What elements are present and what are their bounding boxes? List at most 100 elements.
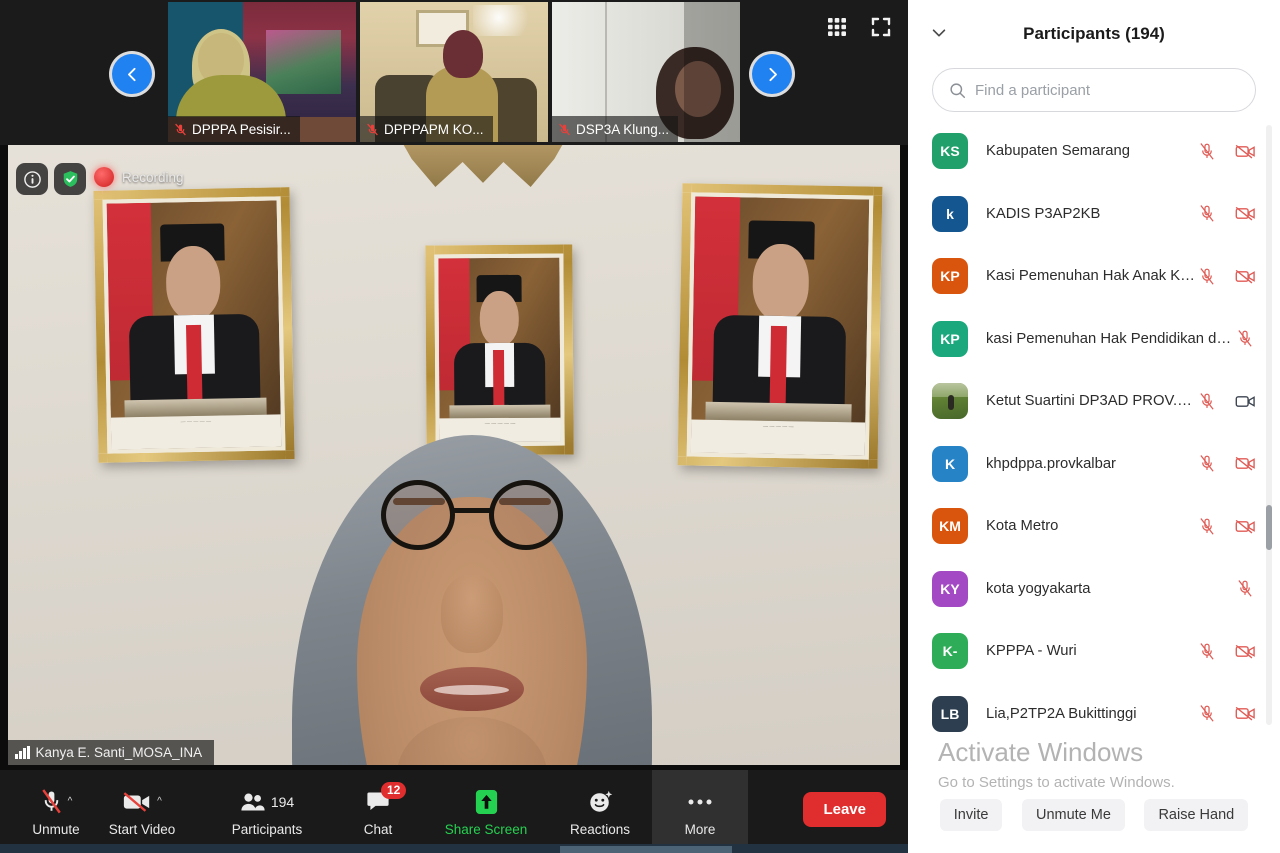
more-button[interactable]: More bbox=[652, 770, 748, 853]
participants-button[interactable]: 194 Participants bbox=[214, 770, 320, 853]
video-options-caret-icon[interactable]: ^ bbox=[157, 796, 162, 807]
avatar bbox=[932, 383, 968, 420]
encryption-status-button[interactable] bbox=[54, 163, 86, 195]
unmute-me-button[interactable]: Unmute Me bbox=[1021, 799, 1125, 831]
raise-hand-button[interactable]: Raise Hand bbox=[1144, 799, 1249, 831]
more-label: More bbox=[684, 821, 716, 837]
avatar-initials: KM bbox=[939, 518, 961, 535]
mic-off-icon[interactable] bbox=[1234, 329, 1256, 349]
mic-off-icon[interactable] bbox=[1196, 454, 1218, 474]
windows-activation-watermark: Activate Windows Go to Settings to activ… bbox=[938, 737, 1238, 791]
video-off-icon[interactable] bbox=[1234, 204, 1256, 224]
mic-off-icon[interactable] bbox=[1196, 516, 1218, 536]
scrollbar-thumb[interactable] bbox=[1266, 505, 1272, 550]
participant-name: Kota Metro bbox=[986, 518, 1059, 535]
taskbar-item[interactable] bbox=[560, 846, 732, 853]
participant-row[interactable]: KP kasi Pemenuhan Hak Pendidikan dan ... bbox=[908, 308, 1280, 371]
filmstrip-thumbnail[interactable]: DSP3A Klung... bbox=[552, 2, 740, 142]
participant-row[interactable]: LB Lia,P2TP2A Bukittinggi bbox=[908, 683, 1280, 741]
participant-row[interactable]: KP Kasi Pemenuhan Hak Anak Kab. ... bbox=[908, 245, 1280, 308]
start-video-button[interactable]: ^ Start Video bbox=[98, 770, 186, 853]
filmstrip-thumbnail[interactable]: DPPPA Pesisir... bbox=[168, 2, 356, 142]
fullscreen-button[interactable] bbox=[868, 14, 894, 40]
avatar-initials: KS bbox=[940, 143, 960, 160]
mic-off-icon[interactable] bbox=[1234, 579, 1256, 599]
thumbnail-label-bar: DPPPA Pesisir... bbox=[168, 116, 300, 142]
audio-options-caret-icon[interactable]: ^ bbox=[68, 796, 73, 807]
participant-status-icons bbox=[1196, 516, 1256, 536]
participant-row[interactable]: KM Kota Metro bbox=[908, 495, 1280, 558]
share-screen-button[interactable]: Share Screen bbox=[430, 770, 542, 853]
avatar-initials: KP bbox=[940, 330, 960, 347]
unmute-button[interactable]: ^ Unmute bbox=[14, 770, 98, 853]
chat-button[interactable]: 12 Chat bbox=[342, 770, 414, 853]
reactions-button[interactable]: Reactions bbox=[554, 770, 646, 853]
watermark-subtitle: Go to Settings to activate Windows. bbox=[938, 774, 1175, 791]
participant-row[interactable]: Ketut Suartini DP3AD PROV.SUL... bbox=[908, 370, 1280, 433]
participant-row[interactable]: K khpdppa.provkalbar bbox=[908, 433, 1280, 496]
filmstrip-thumbnail[interactable]: DPPPAPM KO... bbox=[360, 2, 548, 142]
share-icon-group bbox=[473, 787, 500, 817]
participant-row[interactable]: KY kota yogyakarta bbox=[908, 558, 1280, 621]
participants-label: Participants bbox=[231, 821, 303, 837]
leave-button[interactable]: Leave bbox=[803, 792, 886, 827]
collapse-panel-button[interactable] bbox=[928, 22, 950, 44]
video-off-icon[interactable] bbox=[1234, 516, 1256, 536]
filmstrip-next-button[interactable] bbox=[752, 54, 792, 94]
avatar: LB bbox=[932, 695, 968, 732]
search-input[interactable] bbox=[975, 81, 1239, 99]
video-off-icon[interactable] bbox=[1234, 454, 1256, 474]
search-box[interactable] bbox=[932, 68, 1256, 112]
unmute-icon-group: ^ bbox=[40, 787, 73, 817]
mic-off-icon[interactable] bbox=[1196, 204, 1218, 224]
reactions-label: Reactions bbox=[569, 821, 631, 837]
grid-view-button[interactable] bbox=[824, 14, 850, 40]
mic-off-icon[interactable] bbox=[1196, 641, 1218, 661]
participant-name: Lia,P2TP2A Bukittinggi bbox=[986, 705, 1137, 722]
video-off-icon[interactable] bbox=[1234, 266, 1256, 286]
video-off-icon[interactable] bbox=[1234, 141, 1256, 161]
participant-row[interactable]: k KADIS P3AP2KB bbox=[908, 183, 1280, 246]
participants-list[interactable]: KS Kabupaten Semarang k KADIS P3AP2KB KP… bbox=[908, 120, 1280, 740]
filmstrip-prev-button[interactable] bbox=[112, 54, 152, 94]
participant-row[interactable]: KS Kabupaten Semarang bbox=[908, 120, 1280, 183]
participant-status-icons bbox=[1234, 579, 1256, 599]
thumbnail-name: DPPPA Pesisir... bbox=[192, 121, 291, 137]
info-icon bbox=[23, 170, 41, 188]
participant-status-icons bbox=[1196, 204, 1256, 224]
participants-panel-actions: Invite Unmute Me Raise Hand bbox=[908, 799, 1280, 831]
watermark-title: Activate Windows bbox=[938, 737, 1144, 768]
mic-off-icon[interactable] bbox=[1196, 141, 1218, 161]
active-speaker-video[interactable]: — — — — — — — — — — — — — — — Recording … bbox=[8, 145, 900, 765]
avatar-initials: K- bbox=[942, 643, 958, 660]
fullscreen-icon bbox=[871, 17, 891, 37]
video-on-icon[interactable] bbox=[1234, 391, 1256, 411]
more-icon-group bbox=[687, 787, 713, 817]
participant-status-icons bbox=[1196, 454, 1256, 474]
participant-status-icons bbox=[1234, 329, 1256, 349]
mic-off-icon bbox=[367, 123, 378, 135]
participant-name: kasi Pemenuhan Hak Pendidikan dan ... bbox=[986, 330, 1234, 347]
invite-button[interactable]: Invite bbox=[939, 799, 1003, 831]
mic-off-icon bbox=[175, 123, 186, 135]
view-controls bbox=[824, 14, 894, 40]
mic-off-icon[interactable] bbox=[1196, 266, 1218, 286]
search-container bbox=[908, 68, 1280, 112]
smiley-sparkle-icon bbox=[589, 791, 612, 812]
participants-scrollbar[interactable] bbox=[1266, 125, 1272, 725]
recording-label: Recording bbox=[122, 169, 184, 185]
participant-status-icons bbox=[1196, 641, 1256, 661]
video-off-icon[interactable] bbox=[1234, 641, 1256, 661]
thumbnail-name: DSP3A Klung... bbox=[576, 121, 670, 137]
mic-off-icon[interactable] bbox=[1196, 704, 1218, 724]
avatar-initials: k bbox=[946, 205, 954, 222]
participant-status-icons bbox=[1196, 141, 1256, 161]
thumbnail-label-bar: DPPPAPM KO... bbox=[360, 116, 493, 142]
participant-row[interactable]: K- KPPPA - Wuri bbox=[908, 620, 1280, 683]
meeting-info-button[interactable] bbox=[16, 163, 48, 195]
ellipsis-icon bbox=[688, 799, 712, 805]
mic-off-icon[interactable] bbox=[1196, 391, 1218, 411]
audio-level-icon bbox=[15, 746, 30, 759]
video-off-icon[interactable] bbox=[1234, 704, 1256, 724]
participants-panel-header: Participants (194) bbox=[908, 0, 1280, 68]
